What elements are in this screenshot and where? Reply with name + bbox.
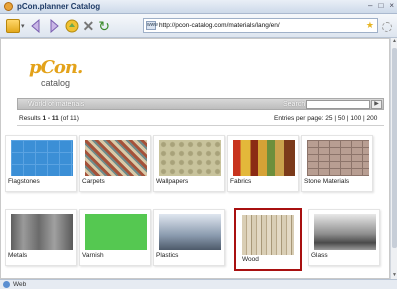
logo-sub: catalog (41, 78, 71, 88)
back-button[interactable] (29, 16, 43, 36)
stone-materials-thumbnail (307, 140, 369, 176)
status-text: Web (13, 281, 27, 288)
site-icon: www (146, 21, 158, 30)
stop-icon: ✕ (82, 17, 95, 34)
tile-label: Carpets (82, 178, 105, 185)
address-bar[interactable]: www http://pcon-catalog.com/materials/la… (143, 18, 378, 33)
page-icon (6, 18, 20, 33)
maximize-button[interactable]: □ (378, 1, 383, 10)
results-suffix: (of 11) (58, 115, 79, 122)
material-tile-carpets[interactable]: Carpets (79, 135, 151, 192)
section-title: World of materials (28, 100, 85, 108)
tile-label: Stone Materials (304, 178, 350, 185)
reload-icon: ↻ (98, 17, 110, 34)
dropdown-arrow-icon: ▾ (21, 22, 25, 30)
results-prefix: Results (19, 115, 43, 122)
home-icon (65, 19, 79, 32)
tile-label: Varnish (82, 252, 104, 259)
tile-label: Metals (8, 252, 28, 259)
logo-brand: pCon. (29, 57, 83, 78)
results-range: 1 - 11 (42, 115, 59, 122)
window-title: pCon.planner Catalog (17, 2, 101, 11)
close-button[interactable]: × (389, 1, 394, 10)
material-tile-glass[interactable]: Glass (308, 209, 380, 266)
carpets-thumbnail (85, 140, 147, 176)
entries-per-page[interactable]: Entries per page: 25 | 50 | 100 | 200 (274, 115, 377, 122)
forward-icon (50, 18, 59, 33)
tile-label: Glass (311, 252, 328, 259)
scroll-thumb[interactable] (392, 48, 397, 248)
search-button[interactable]: ▶ (371, 100, 382, 109)
app-icon (4, 2, 13, 11)
material-tile-flagstones[interactable]: Flagstones (5, 135, 77, 192)
stop-button[interactable]: ✕ (83, 16, 95, 36)
material-tile-wood[interactable]: Wood (234, 208, 302, 271)
results-count: Results 1 - 11 (of 11) (19, 115, 79, 122)
status-bar: Web (0, 279, 397, 289)
tile-label: Flagstones (8, 178, 40, 185)
wallpapers-thumbnail (159, 140, 221, 176)
material-tile-stone-materials[interactable]: Stone Materials (301, 135, 373, 192)
glass-thumbnail (314, 214, 376, 250)
window-titlebar: pCon.planner Catalog – □ × (0, 0, 397, 14)
page-menu-button[interactable]: ▾ (6, 16, 25, 36)
divider (17, 125, 384, 126)
tile-label: Fabrics (230, 178, 252, 185)
reload-button[interactable]: ↻ (98, 16, 110, 36)
metals-thumbnail (11, 214, 73, 250)
vertical-scrollbar[interactable]: ▲ ▼ (390, 38, 397, 279)
forward-button[interactable] (47, 16, 61, 36)
tile-label: Wood (242, 256, 259, 263)
search-input[interactable] (306, 100, 370, 109)
tile-label: Wallpapers (156, 178, 189, 185)
varnish-thumbnail (85, 214, 147, 250)
window-controls: – □ × (368, 1, 394, 10)
scroll-down-icon[interactable]: ▼ (391, 272, 397, 279)
page-content: pCon. catalog World of materials Search … (0, 38, 390, 279)
back-icon (30, 18, 40, 33)
home-button[interactable] (65, 16, 79, 36)
url-text[interactable]: http://pcon-catalog.com/materials/lang/e… (159, 22, 280, 29)
material-tile-metals[interactable]: Metals (5, 209, 77, 266)
pcon-catalog-logo[interactable]: pCon. catalog (29, 57, 89, 91)
flagstones-thumbnail (11, 140, 73, 176)
search-label: Search (283, 100, 306, 108)
section-navbar: World of materials Search ▶ (17, 98, 384, 110)
scroll-up-icon[interactable]: ▲ (391, 38, 397, 45)
material-tile-wallpapers[interactable]: Wallpapers (153, 135, 225, 192)
star-icon[interactable]: ★ (366, 20, 374, 31)
browser-toolbar: ▾ ✕ ↻ www http://pcon-catalog.com/materi… (0, 14, 397, 38)
tile-label: Plastics (156, 252, 179, 259)
globe-icon (3, 281, 10, 288)
material-tile-plastics[interactable]: Plastics (153, 209, 225, 266)
wood-thumbnail (242, 215, 294, 255)
fabrics-thumbnail (233, 140, 295, 176)
extension-icon[interactable] (382, 22, 392, 32)
material-tile-fabrics[interactable]: Fabrics (227, 135, 299, 192)
plastics-thumbnail (159, 214, 221, 250)
minimize-button[interactable]: – (368, 1, 372, 10)
material-tile-varnish[interactable]: Varnish (79, 209, 151, 266)
